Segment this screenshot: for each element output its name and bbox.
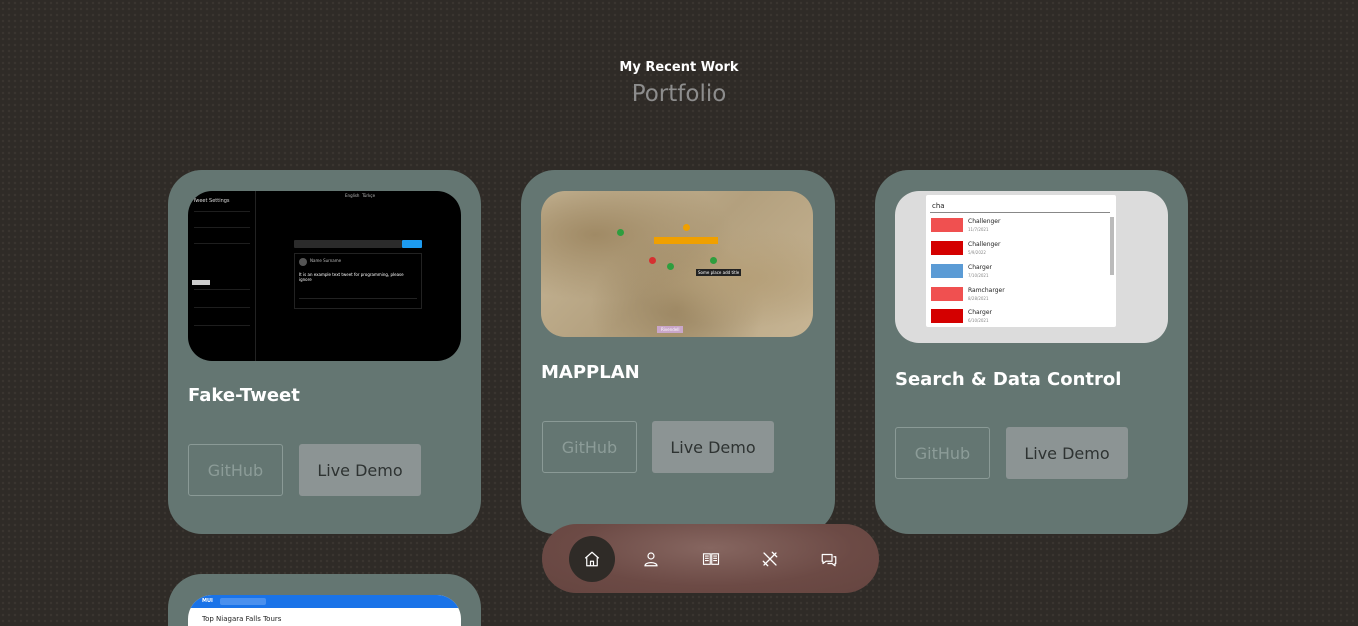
search-box [220,598,266,605]
section-title: Portfolio [631,81,727,107]
app-bar: MUI [188,595,461,608]
bottom-nav [542,524,879,593]
tweet-user-name: Name Surname [310,258,342,263]
car-name: Ramcharger [968,287,1005,294]
choose-file-button [192,280,210,285]
nav-about[interactable] [628,536,674,582]
tweet-url-input [294,240,402,248]
home-icon [584,551,600,567]
car-date: 7/10/2021 [968,273,989,278]
project-card-search-data-control: cha Challenger 11/7/2021 Challenger 5/9/… [875,170,1188,534]
live-demo-button[interactable]: Live Demo [299,444,421,496]
project-card-fake-tweet: Tweet Settings English Türkçe Name Surna… [168,170,481,534]
map-place-label: Rivendell [657,326,684,333]
github-button[interactable]: GitHub [542,421,637,473]
project-title: MAPPLAN [541,362,640,383]
page-heading: Top Niagara Falls Tours [202,615,282,623]
user-icon [644,552,658,567]
tweet-search-button [402,240,422,248]
section-subtitle: My Recent Work [619,60,739,75]
map-pin-icon [710,257,717,264]
car-date: 5/9/2022 [968,250,986,255]
scrollbar [1110,217,1114,275]
car-thumbnail [931,287,963,301]
car-thumbnail [931,241,963,255]
car-name: Charger [968,264,992,271]
car-date: 8/28/2021 [968,296,989,301]
project-title: Search & Data Control [895,369,1122,390]
project-card-mapplan: Some place add title Rivendell MAPPLAN G… [521,170,835,534]
project-thumbnail: MUI Top Niagara Falls Tours [188,595,461,626]
tweet-text: It is an example text tweet for programm… [299,272,404,282]
project-thumbnail: Some place add title Rivendell [541,191,813,337]
project-thumbnail: Tweet Settings English Türkçe Name Surna… [188,191,461,361]
live-demo-button[interactable]: Live Demo [1006,427,1128,479]
app-brand: MUI [202,598,213,604]
project-card-niagara-tours: MUI Top Niagara Falls Tours [168,574,481,626]
book-icon [702,553,720,565]
car-thumbnail [931,218,963,232]
car-date: 6/10/2021 [968,318,989,323]
project-title: Fake-Tweet [188,385,300,406]
map-pin-icon [667,263,674,270]
tweet-actions [299,298,417,299]
nav-home[interactable] [569,536,615,582]
tab-english: English [345,193,360,198]
settings-title: Tweet Settings [193,198,230,204]
project-thumbnail: cha Challenger 11/7/2021 Challenger 5/9/… [895,191,1168,343]
nav-contact[interactable] [806,536,852,582]
search-query: cha [932,202,945,210]
tools-icon [762,551,778,567]
section-header: My Recent Work Portfolio [0,60,1358,107]
tab-turkish: Türkçe [362,193,376,198]
list-item: Ramcharger 8/28/2021 [931,284,1101,304]
car-thumbnail [931,264,963,278]
settings-sidebar: Tweet Settings [188,191,256,361]
map-pin-icon [617,229,624,236]
map-tooltip: Some place add title [696,269,742,276]
list-item: Charger 7/10/2021 [931,261,1101,281]
list-item: Challenger 11/7/2021 [931,215,1101,235]
github-button[interactable]: GitHub [895,427,990,479]
car-date: 11/7/2021 [968,227,989,232]
car-thumbnail [931,309,963,323]
search-panel: cha Challenger 11/7/2021 Challenger 5/9/… [926,195,1116,327]
list-item: Charger 6/10/2021 [931,306,1101,326]
car-name: Challenger [968,241,1001,248]
tweet-preview: Name Surname It is an example text tweet… [294,253,422,309]
github-button[interactable]: GitHub [188,444,283,496]
tweet-avatar [299,258,307,266]
live-demo-button[interactable]: Live Demo [652,421,774,473]
list-item: Challenger 5/9/2022 [931,238,1101,258]
map-pin-icon [683,224,690,231]
car-name: Challenger [968,218,1001,225]
car-name: Charger [968,309,992,316]
map-label-bar [654,237,718,244]
map-pin-icon [649,257,656,264]
chat-icon [821,553,837,567]
nav-resume[interactable] [688,536,734,582]
nav-services[interactable] [747,536,793,582]
